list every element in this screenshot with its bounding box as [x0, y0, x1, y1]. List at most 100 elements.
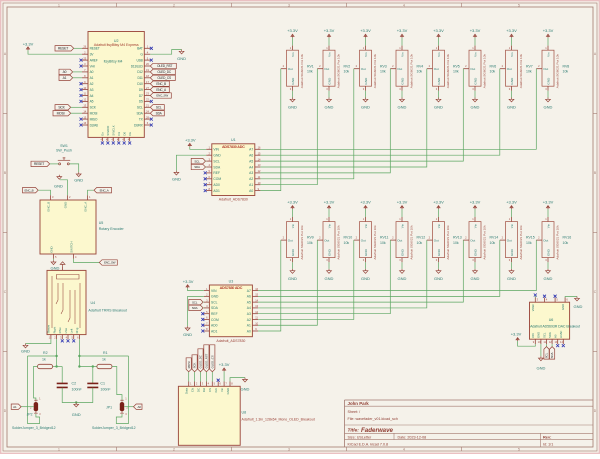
svg-text:BAT: BAT: [137, 47, 143, 51]
svg-text:D0/RX: D0/RX: [134, 123, 144, 127]
svg-text:Rev:: Rev:: [543, 434, 551, 439]
svg-text:LSw: LSw: [64, 327, 68, 333]
svg-text:COM: COM: [211, 318, 219, 322]
svg-text:Out: Out: [397, 238, 402, 242]
svg-text:10k: 10k: [380, 70, 386, 74]
svg-text:RV10: RV10: [344, 236, 353, 240]
svg-text:+3.3V: +3.3V: [185, 138, 196, 143]
svg-text:10k: 10k: [526, 70, 532, 74]
svg-text:Vin: Vin: [220, 388, 224, 393]
svg-text:Vin: Vin: [437, 224, 441, 229]
svg-text:COM: COM: [213, 177, 221, 181]
svg-text:Size: USLetter: Size: USLetter: [348, 435, 373, 439]
svg-text:Out: Out: [434, 238, 439, 242]
svg-text:Vin: Vin: [327, 52, 331, 57]
svg-text:A2: A2: [90, 82, 94, 86]
svg-text:GND: GND: [471, 105, 480, 110]
svg-text:OLED_DC: OLED_DC: [199, 355, 203, 368]
svg-text:SDA: SDA: [192, 306, 198, 310]
svg-text:A5: A5: [90, 100, 94, 104]
svg-text:Out: Out: [397, 67, 402, 71]
svg-text:John Park: John Park: [348, 401, 370, 406]
svg-text:A1: A1: [63, 76, 67, 80]
svg-text:A0: A0: [247, 329, 251, 333]
svg-text:D0: D0: [122, 132, 126, 136]
svg-text:2: 2: [173, 3, 175, 7]
svg-text:RESET: RESET: [58, 47, 68, 51]
svg-text:GND: GND: [507, 276, 516, 281]
svg-text:RV8: RV8: [563, 64, 570, 68]
svg-text:Adafruit AD5693R DAC Breakout: Adafruit AD5693R DAC Breakout: [530, 324, 580, 328]
svg-text:Out: Out: [324, 238, 329, 242]
svg-text:RESET: RESET: [34, 162, 44, 166]
svg-text:ENC_B: ENC_B: [24, 188, 33, 192]
svg-text:A6: A6: [249, 154, 253, 158]
svg-text:10k: 10k: [563, 70, 569, 74]
svg-text:OLED_DC: OLED_DC: [157, 70, 172, 74]
svg-text:Id: 1/1: Id: 1/1: [543, 442, 553, 446]
svg-text:10k: 10k: [344, 70, 350, 74]
svg-text:10k: 10k: [380, 241, 386, 245]
svg-text:Adafruit SG6021 Pot 10k: Adafruit SG6021 Pot 10k: [409, 54, 413, 89]
svg-text:AREF: AREF: [90, 58, 98, 62]
svg-text:Vin: Vin: [364, 224, 368, 229]
svg-text:3: 3: [288, 3, 290, 7]
svg-text:REF: REF: [211, 312, 218, 316]
svg-text:+3.3V: +3.3V: [324, 28, 335, 33]
svg-text:GND: GND: [211, 295, 219, 299]
svg-text:A3: A3: [249, 171, 253, 175]
svg-text:+3.3V: +3.3V: [506, 199, 517, 204]
svg-text:REF: REF: [213, 171, 220, 175]
svg-text:U8: U8: [242, 411, 247, 415]
svg-text:GND: GND: [291, 248, 295, 256]
svg-text:Out: Out: [361, 67, 366, 71]
svg-text:A0: A0: [90, 70, 94, 74]
svg-text:+3.3V: +3.3V: [397, 28, 408, 33]
svg-text:A0: A0: [63, 70, 67, 74]
svg-text:MOSI: MOSI: [57, 111, 65, 115]
svg-text:GND: GND: [473, 77, 477, 85]
svg-text:Out: Out: [361, 238, 366, 242]
svg-text:10k: 10k: [344, 241, 350, 245]
svg-text:Rotary Encoder: Rotary Encoder: [99, 227, 125, 231]
svg-text:D1: D1: [117, 132, 121, 136]
svg-text:A4: A4: [249, 165, 253, 169]
svg-text:GND: GND: [561, 304, 565, 310]
svg-text:GND: GND: [437, 77, 441, 85]
svg-text:GND: GND: [172, 177, 181, 182]
svg-text:A1: A1: [90, 76, 94, 80]
svg-text:SCL: SCL: [545, 352, 549, 358]
svg-text:1: 1: [58, 3, 60, 7]
svg-text:Vin: Vin: [473, 52, 477, 57]
svg-text:A2: A2: [247, 318, 251, 322]
svg-text:Vin: Vin: [437, 52, 441, 57]
svg-text:R2: R2: [43, 351, 48, 355]
svg-text:ENC_B: ENC_B: [156, 82, 166, 86]
svg-text:Vin: Vin: [400, 52, 404, 57]
svg-text:Adafruit SG6021 Pot 10k: Adafruit SG6021 Pot 10k: [409, 225, 413, 260]
svg-text:Adafruit_ADS7830: Adafruit_ADS7830: [216, 339, 245, 343]
svg-text:OLED_RST: OLED_RST: [205, 353, 209, 368]
svg-text:A0: A0: [137, 405, 141, 409]
svg-text:GND: GND: [327, 248, 331, 256]
svg-text:10k: 10k: [453, 70, 459, 74]
svg-text:MOSI: MOSI: [187, 361, 191, 368]
svg-text:Adafruit SG6021 Pot 10k: Adafruit SG6021 Pot 10k: [555, 54, 559, 89]
svg-text:10k: 10k: [490, 241, 496, 245]
svg-text:SCL: SCL: [137, 106, 143, 110]
svg-text:Vin: Vin: [546, 52, 550, 57]
svg-text:5: 5: [518, 3, 520, 7]
svg-text:C2: C2: [72, 382, 77, 386]
svg-text:A4: A4: [90, 94, 94, 98]
svg-text:1k: 1k: [102, 358, 106, 362]
svg-text:ADS7830 ADC: ADS7830 ADC: [222, 145, 245, 149]
svg-text:U6: U6: [549, 318, 554, 322]
svg-text:SCK: SCK: [193, 363, 197, 369]
svg-text:Adafruit SG6021 Pot 10k: Adafruit SG6021 Pot 10k: [336, 54, 340, 89]
svg-text:A0: A0: [554, 334, 558, 338]
svg-text:CS: CS: [208, 388, 212, 392]
svg-text:SW_Push: SW_Push: [56, 149, 72, 153]
svg-text:+3.3V: +3.3V: [287, 28, 298, 33]
svg-text:SCL: SCL: [542, 332, 546, 338]
svg-text:A3: A3: [247, 312, 251, 316]
